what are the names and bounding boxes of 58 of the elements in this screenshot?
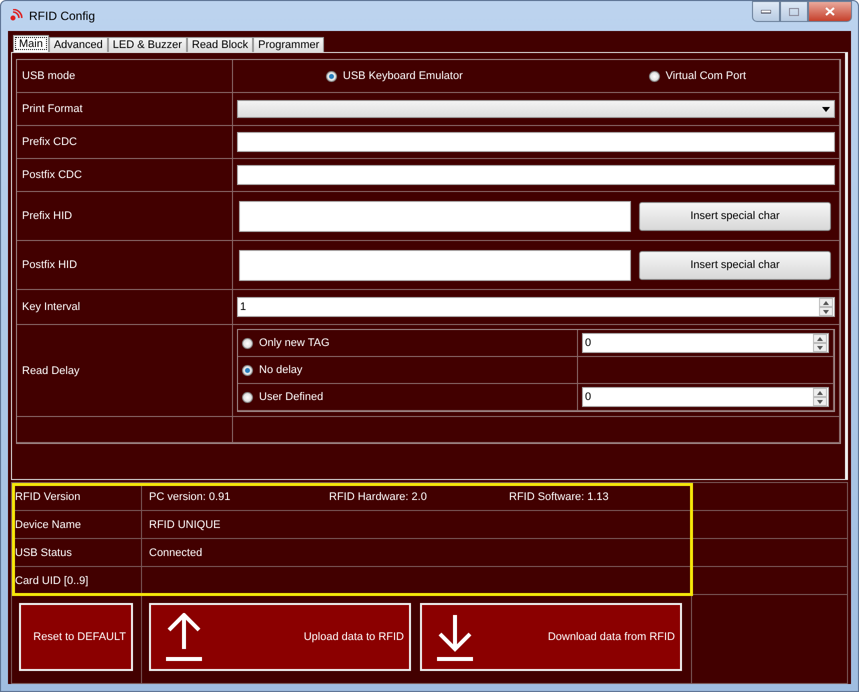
spinner-arrows-icon[interactable] [819,298,833,316]
upload-arrow-icon [165,613,203,661]
info-label: Device Name [14,518,82,530]
field-label: Print Format [22,103,83,115]
radio-button[interactable] [242,338,253,348]
app-logo-icon [9,9,23,23]
field-label: Postfix HID [22,259,78,271]
maximize-icon [789,8,799,16]
spinner-arrows-icon[interactable] [813,334,827,352]
input-field[interactable] [239,250,631,280]
tab[interactable]: Programmer [253,37,324,52]
field-label: Read Delay [22,364,80,376]
reset-button[interactable]: Reset to DEFAULT [19,603,133,671]
input-field[interactable] [239,200,631,232]
insert-char-button[interactable]: Insert special char [639,250,831,280]
field-label: USB mode [22,70,76,82]
dropdown-arrow-icon [822,106,830,112]
close-button[interactable] [808,1,852,22]
close-icon [825,7,835,16]
info-value: RFID Hardware: 2.0 [329,490,428,502]
info-value: PC version: 0.91 [149,490,232,502]
radio-button[interactable] [326,70,337,82]
field-label: Postfix CDC [22,169,82,181]
minimize-button[interactable] [752,1,780,22]
info-label: RFID Version [14,490,80,502]
minimize-icon [761,10,771,14]
radio-button[interactable] [648,70,660,82]
dropdown[interactable] [237,100,835,118]
field-label: Prefix CDC [22,136,78,148]
tab[interactable]: LED & Buzzer [108,37,187,52]
window-title: RFID Config [29,9,96,23]
tab[interactable]: Advanced [48,37,108,52]
field-label: Prefix HID [22,210,72,222]
info-value: Connected [149,546,204,558]
number-field[interactable]: 0 [582,387,829,407]
number-field[interactable]: 1 [237,297,835,317]
info-value: RFID UNIQUE [149,518,222,530]
radio-label: Virtual Com Port [666,70,746,82]
info-label: Card UID [0..9] [14,574,88,586]
radio-label: USB Keyboard Emulator [342,70,463,82]
info-value: RFID Software: 1.13 [509,490,610,502]
spinner-arrows-icon[interactable] [813,388,827,406]
input-field[interactable] [237,132,835,152]
download-button[interactable]: Download data from RFID [420,603,682,671]
input-field[interactable] [237,165,835,185]
radio-label: No delay [259,364,302,376]
radio-label: User Defined [259,391,324,403]
upload-button[interactable]: Upload data to RFID [149,603,411,671]
tab[interactable]: Main [13,35,49,52]
radio-button[interactable] [242,364,253,376]
tab[interactable]: Read Block [186,37,254,52]
radio-button[interactable] [242,392,253,402]
field-label: Key Interval [22,301,80,313]
insert-char-button[interactable]: Insert special char [639,202,831,230]
number-field[interactable]: 0 [582,333,829,353]
info-label: USB Status [14,546,72,558]
download-arrow-icon [436,613,474,661]
radio-label: Only new TAG [259,337,330,349]
